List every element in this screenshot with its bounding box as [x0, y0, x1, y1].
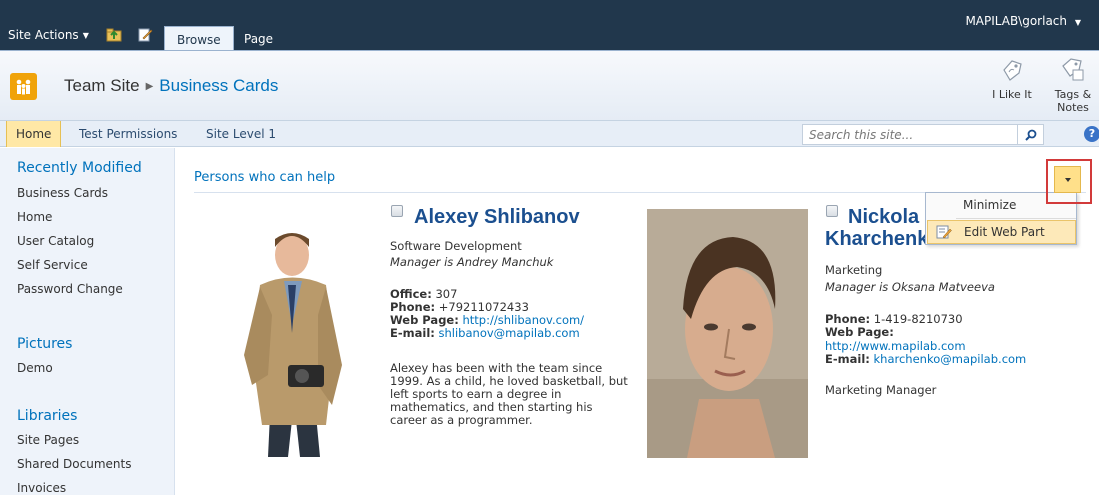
tab-browse[interactable]: Browse — [164, 26, 234, 50]
select-checkbox-nickola[interactable] — [826, 205, 838, 217]
card-email: E-mail: shlibanov@mapilab.com — [390, 327, 580, 340]
card-department: Marketing — [825, 263, 883, 277]
search-input[interactable]: Search this site... — [802, 124, 1018, 145]
card-department: Software Development — [390, 239, 522, 253]
ql-item-self-service[interactable]: Self Service — [17, 258, 88, 272]
menu-item-edit-label: Edit Web Part — [964, 225, 1045, 239]
web-link[interactable]: http://shlibanov.com/ — [462, 313, 584, 327]
phone-label: Phone: — [390, 300, 436, 314]
webpart-title[interactable]: Persons who can help — [194, 170, 335, 185]
card-manager: Manager is Oksana Matveeva — [825, 280, 995, 294]
photo-alexey-shlibanov — [222, 215, 362, 457]
card-manager: Manager is Andrey Manchuk — [390, 255, 554, 269]
email-link[interactable]: kharchenko@mapilab.com — [874, 352, 1027, 366]
search-icon — [1024, 129, 1036, 141]
nav-item-site-level-1[interactable]: Site Level 1 — [197, 121, 285, 147]
breadcrumb: Team Site ▶ Business Cards — [64, 76, 278, 96]
site-actions-menu[interactable]: Site Actions ▼ — [8, 28, 89, 42]
chevron-down-icon: ▼ — [82, 30, 89, 40]
phone-value: 1-419-8210730 — [873, 312, 963, 326]
menu-button-highlight-frame — [1046, 159, 1092, 204]
card-bio: Alexey has been with the team since 1999… — [390, 361, 628, 427]
office-value: 307 — [435, 287, 458, 301]
select-checkbox-alexey[interactable] — [391, 205, 403, 217]
site-actions-label: Site Actions — [8, 28, 79, 42]
user-menu[interactable]: MAPILAB\gorlach ▼ — [965, 14, 1081, 28]
web-label: Web Page: — [825, 325, 894, 339]
ql-heading-libraries[interactable]: Libraries — [17, 408, 77, 424]
help-icon[interactable]: ? — [1084, 126, 1099, 142]
i-like-it-button[interactable]: I Like It — [990, 56, 1034, 101]
ql-heading-recently-modified[interactable]: Recently Modified — [17, 160, 142, 176]
tab-page[interactable]: Page — [232, 26, 285, 50]
ql-item-demo[interactable]: Demo — [17, 361, 53, 375]
edit-web-part-icon — [936, 225, 952, 239]
card-job-title: Marketing Manager — [825, 383, 937, 397]
card-email: E-mail: kharchenko@mapilab.com — [825, 353, 1026, 366]
web-link[interactable]: http://www.mapilab.com — [825, 339, 966, 353]
nav-item-test-permissions[interactable]: Test Permissions — [70, 121, 186, 147]
i-like-it-label: I Like It — [992, 88, 1032, 101]
tag-like-icon — [1003, 60, 1022, 81]
site-logo-icon[interactable] — [10, 73, 37, 100]
office-label: Office: — [390, 287, 432, 301]
ribbon-bar: Site Actions ▼ Browse Page MAPILAB\gorla… — [0, 0, 1099, 50]
nav-item-home[interactable]: Home — [6, 121, 62, 147]
ql-item-shared-documents[interactable]: Shared Documents — [17, 457, 131, 471]
chevron-down-icon: ▼ — [1074, 18, 1081, 27]
ql-heading-pictures[interactable]: Pictures — [17, 336, 72, 352]
title-area: Team Site ▶ Business Cards I Like It Tag… — [0, 50, 1099, 120]
ql-item-password-change[interactable]: Password Change — [17, 282, 123, 296]
card-name-alexey: Alexey Shlibanov — [414, 206, 580, 228]
ql-item-user-catalog[interactable]: User Catalog — [17, 234, 94, 248]
tags-notes-button[interactable]: Tags & Notes — [1050, 56, 1096, 114]
folder-up-icon[interactable] — [106, 27, 122, 42]
menu-item-edit-web-part[interactable]: Edit Web Part — [927, 220, 1076, 244]
ql-item-invoices[interactable]: Invoices — [17, 481, 66, 495]
quick-launch: Recently Modified Business Cards Home Us… — [0, 148, 175, 495]
menu-separator — [956, 218, 1076, 219]
ql-item-business-cards[interactable]: Business Cards — [17, 186, 108, 200]
phone-value: +79211072433 — [438, 300, 529, 314]
ql-item-site-pages[interactable]: Site Pages — [17, 433, 79, 447]
page-title: Business Cards — [159, 76, 279, 95]
search-button[interactable] — [1018, 124, 1044, 145]
top-navigation: Home Test Permissions Site Level 1 Searc… — [0, 120, 1099, 147]
card-name-nickola-line2: Kharchenko — [825, 228, 941, 250]
tags-notes-label-2: Notes — [1057, 101, 1089, 114]
phone-label: Phone: — [825, 312, 871, 326]
card-name-nickola-line1: Nickola — [848, 206, 920, 228]
photo-nickola-kharchenko — [647, 209, 808, 458]
ql-item-home[interactable]: Home — [17, 210, 52, 224]
card-web: Web Page: — [825, 326, 894, 339]
edit-page-icon[interactable] — [137, 27, 153, 42]
email-label: E-mail: — [390, 326, 435, 340]
web-label: Web Page: — [390, 313, 459, 327]
email-label: E-mail: — [825, 352, 870, 366]
tags-notes-label-1: Tags & — [1054, 88, 1092, 101]
email-link[interactable]: shlibanov@mapilab.com — [439, 326, 580, 340]
breadcrumb-separator-icon: ▶ — [145, 80, 154, 92]
breadcrumb-site[interactable]: Team Site — [64, 76, 140, 96]
user-name: MAPILAB\gorlach — [965, 14, 1068, 28]
tags-notes-icon — [1062, 58, 1084, 81]
